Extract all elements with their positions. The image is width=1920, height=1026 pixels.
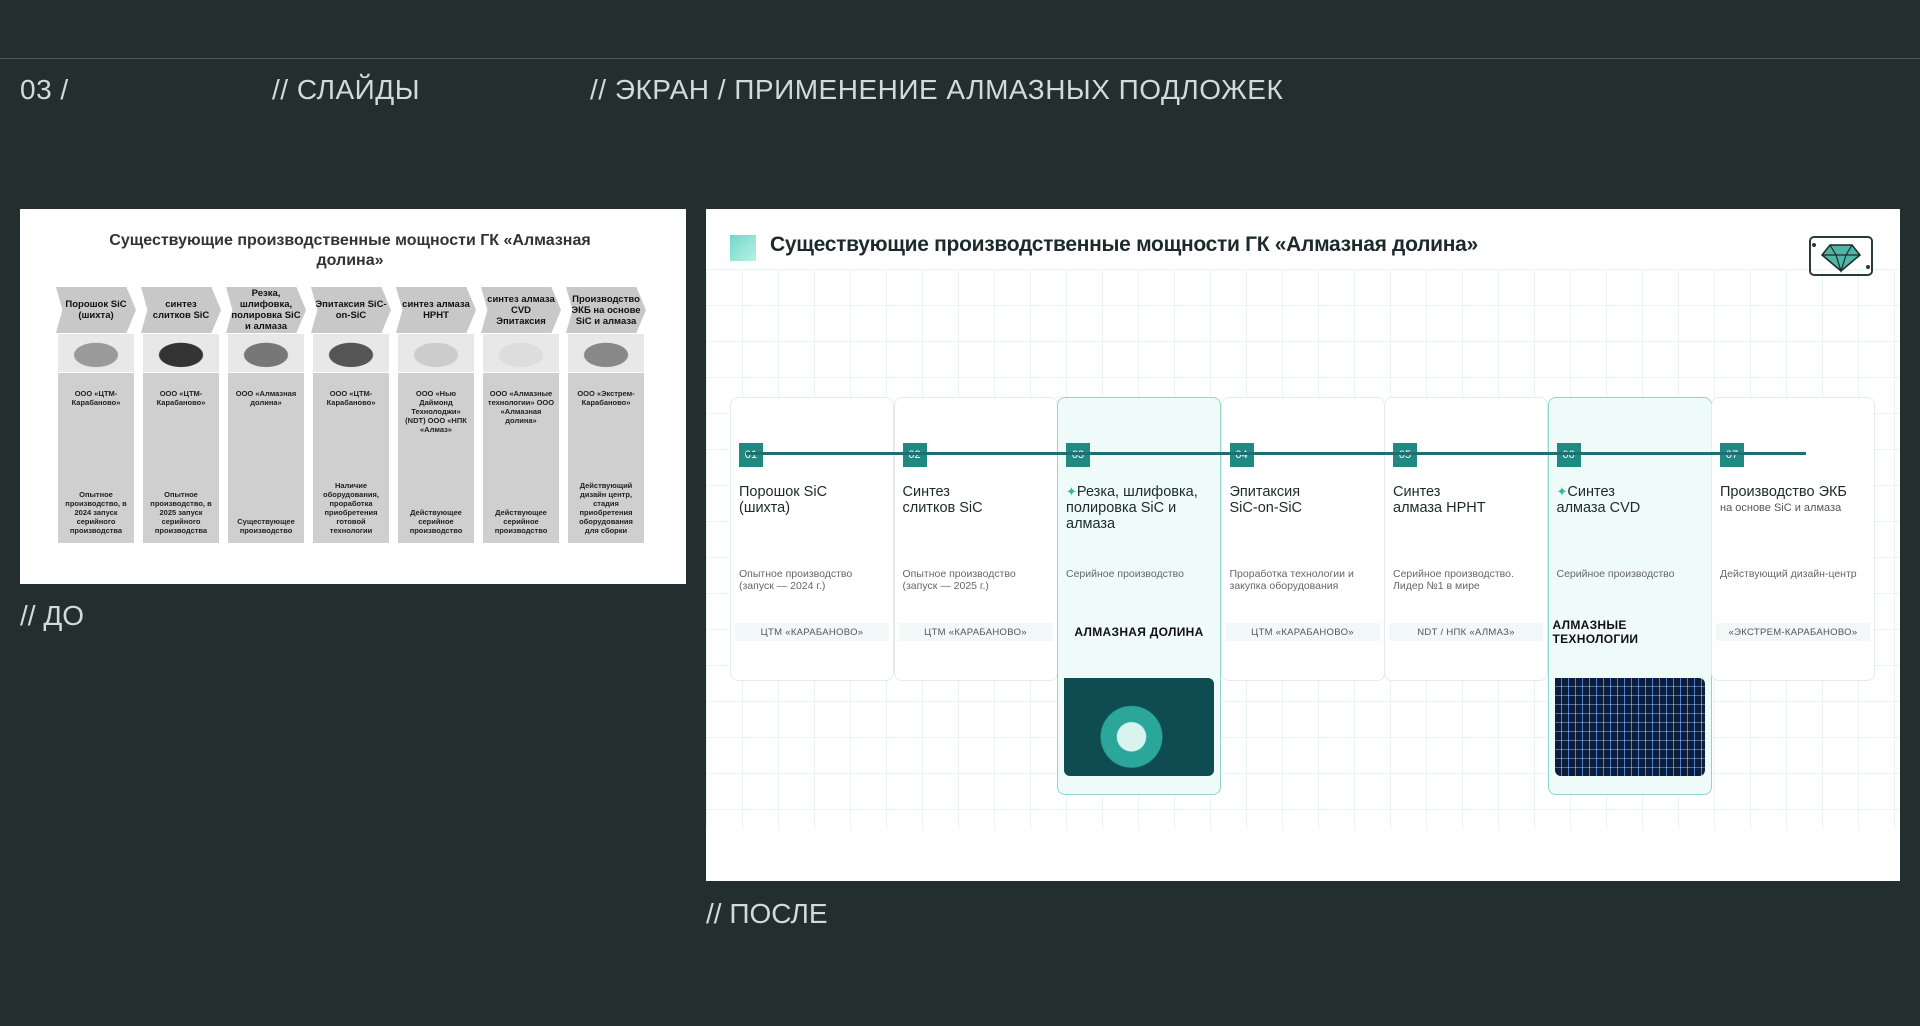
stage-title: ✦Синтез алмаза CVD [1556,484,1641,516]
stage-title: Порошок SiC (шихта) [739,484,828,516]
before-slide-title: Существующие производственные мощности Г… [109,232,591,269]
stage-status: Проработка технологии и закупка оборудов… [1229,568,1354,592]
before-status: Существующее производство [237,517,295,535]
stage-title: Синтез алмаза HPHT [1393,484,1486,516]
after-caption: // ПОСЛЕ [706,898,828,929]
stage-status: Серийное производство. Лидер №1 в мире [1393,568,1514,592]
screen-label: // ЭКРАН / ПРИМЕНЕНИЕ АЛМАЗНЫХ ПОДЛОЖЕК [590,74,1284,105]
before-status: Наличие оборудования, проработка приобре… [323,481,379,535]
stage-card: 05 Синтез алмаза HPHT Серийное производст… [1384,397,1548,681]
before-stage-body: ООО «Нью Даймонд Технолоджи» (NDT) ООО «… [398,373,474,543]
stage-company: NDT / НПК «АЛМАЗ» [1389,623,1543,641]
before-company: ООО «ЦТМ-Карабаново» [326,389,376,407]
stage-card: 06 ✦Синтез алмаза CVD Серийное производст… [1547,397,1712,795]
before-stage-image [58,334,134,372]
before-stage-label: Производство ЭКБ на основе SiC и алмаза [566,287,646,333]
stage-number: 07 [1720,443,1744,467]
stage-title: ✦Резка, шлифовка, полировка SiC и алмаза [1066,484,1198,532]
before-company: ООО «Нью Даймонд Технолоджи» (NDT) ООО «… [405,389,467,434]
stage-company: АЛМАЗНЫЕ ТЕХНОЛОГИИ [1552,618,1639,646]
stage-card: 04 Эпитаксия SiC-on-SiC Проработка технол… [1220,397,1385,681]
before-company: ООО «ЦТМ-Карабаново» [71,389,121,407]
stage-number: 03 [1066,443,1090,467]
before-column: синтез слитков SiC ООО «ЦТМ-Карабаново» … [141,287,221,543]
before-stage-image [398,334,474,372]
before-stage-body: ООО «Алмазная долина» Существующее произ… [228,373,304,543]
before-stage-body: ООО «Алмазные технологии» ООО «Алмазная … [483,373,559,543]
stage-card: 02 Синтез слитков SiC Опытное производств… [893,397,1058,681]
stage-number: 04 [1229,443,1254,467]
before-stage-image [483,334,559,372]
stage-company: ЦТМ «КАРАБАНОВО» [898,623,1053,641]
stage-status: Опытное производство (запуск — 2025 г.) [902,568,1016,592]
before-status: Действующее серийное производство [494,508,548,535]
before-stage-body: ООО «ЦТМ-Карабаново» Опытное производств… [143,373,219,543]
section-label: // СЛАЙДЫ [272,74,421,105]
before-stage-body: ООО «ЦТМ-Карабаново» Наличие оборудовани… [313,373,389,543]
before-column: Порошок SiC (шихта) ООО «ЦТМ-Карабаново»… [56,287,136,543]
before-stage-image [228,334,304,372]
stage-company: «ЭКСТРЕМ-КАРАБАНОВО» [1716,623,1870,641]
before-stage-label: Порошок SiC (шихта) [56,287,136,333]
stage-number: 05 [1393,443,1417,467]
before-company: ООО «ЦТМ-Карабаново» [156,389,206,407]
stage-status: Действующий дизайн-центр [1720,568,1857,580]
before-column: синтез алмаза HPHT ООО «Нью Даймонд Техн… [396,287,476,543]
diamond-logo-icon [1809,236,1873,276]
before-stage-label: Резка, шлифовка, полировка SiC и алмаза [226,287,306,333]
stage-card: 01 Порошок SiC (шихта) Опытное производст… [730,397,894,681]
stage-status: Серийное производство [1066,568,1184,580]
before-slide: Существующие производственные мощности Г… [20,209,686,584]
before-company: ООО «Алмазная долина» [235,389,297,407]
stage-number: 02 [902,443,927,467]
title-marker [730,235,756,261]
circuit-image [1554,678,1705,776]
stage-number: 01 [739,443,763,467]
stage-company: ЦТМ «КАРАБАНОВО» [1225,623,1380,641]
before-column: Производство ЭКБ на основе SiC и алмаза … [566,287,646,543]
stage-status: Серийное производство [1556,568,1675,580]
before-status: Опытное производство, в 2025 запуск сери… [150,490,212,535]
sparkle-icon: ✦ [1066,484,1077,499]
before-caption: // ДО [20,600,85,631]
before-company: ООО «Алмазные технологии» ООО «Алмазная … [487,389,555,425]
before-status: Опытное производство, в 2024 запуск сери… [65,490,127,535]
stage-company: ЦТМ «КАРАБАНОВО» [735,623,889,641]
before-status: Действующее серийное производство [409,508,463,535]
timeline-line [746,452,1806,455]
before-stage-label: Эпитаксия SiC-on-SiC [311,287,391,333]
before-stage-label: синтез алмаза CVD Эпитаксия [481,287,561,333]
before-column: Эпитаксия SiC-on-SiC ООО «ЦТМ-Карабаново… [311,287,391,543]
page-index: 03 / [20,74,69,105]
before-stage-label: синтез слитков SiC [141,287,221,333]
stage-title: Производство ЭКБ на основе SiC и алмаза [1720,484,1847,514]
after-slide: Существующие производственные мощности Г… [706,209,1900,881]
before-stage-label: синтез алмаза HPHT [396,287,476,333]
after-slide-title: Существующие производственные мощности Г… [770,233,1478,256]
stage-title: Эпитаксия SiC-on-SiC [1229,484,1303,516]
stage-number: 06 [1556,443,1581,467]
stage-card: 03 ✦Резка, шлифовка, полировка SiC и алма… [1057,397,1221,795]
before-stage-image [313,334,389,372]
stage-card: 07 Производство ЭКБ на основе SiC и алмаз… [1711,397,1875,681]
sparkle-icon: ✦ [1556,484,1568,499]
stage-title: Синтез слитков SiC [902,484,983,516]
before-stage-image [568,334,644,372]
before-column: Резка, шлифовка, полировка SiC и алмаза … [226,287,306,543]
before-column: синтез алмаза CVD Эпитаксия ООО «Алмазны… [481,287,561,543]
stage-company: АЛМАЗНАЯ ДОЛИНА [1074,625,1204,639]
before-status: Действующий дизайн центр, стадия приобре… [579,481,633,535]
before-stage-image [143,334,219,372]
before-stage-body: ООО «Экстрем-Карабаново» Действующий диз… [568,373,644,543]
before-stage-body: ООО «ЦТМ-Карабаново» Опытное производств… [58,373,134,543]
top-divider [0,58,1920,59]
before-company: ООО «Экстрем-Карабаново» [577,389,635,407]
stage-status: Опытное производство (запуск — 2024 г.) [739,568,853,592]
wafer-image [1064,678,1214,776]
